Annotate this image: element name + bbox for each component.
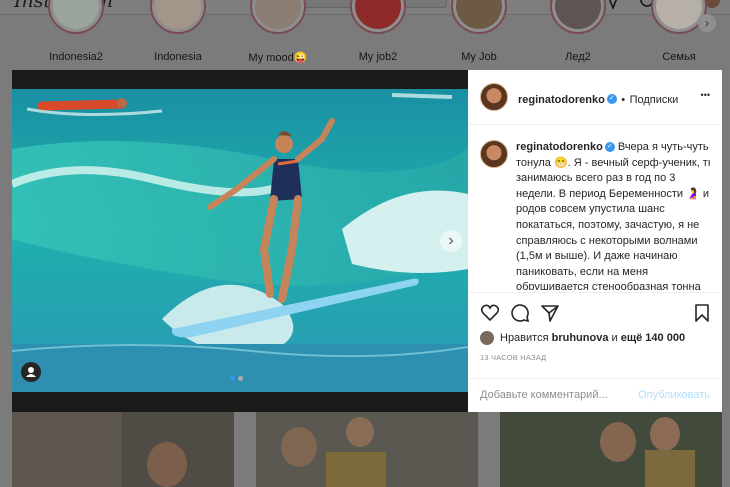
more-options-icon[interactable]: •••: [701, 90, 710, 100]
story-label: Indonesia2: [49, 51, 103, 63]
author-line: reginatodorenko ✓ • Подписки: [518, 90, 678, 108]
publish-button[interactable]: Опубликовать: [638, 389, 710, 401]
carousel-dots: [230, 376, 250, 382]
carousel-dot: [238, 376, 243, 381]
story-label: Indonesia: [154, 51, 202, 63]
grid-thumbnail[interactable]: [256, 412, 478, 487]
story-avatar: [350, 0, 406, 34]
caption-body: Вчера я чуть-чуть тонула 😁. Я - вечный с…: [516, 141, 710, 290]
thumb-figure: [326, 452, 386, 487]
grid-thumbnail[interactable]: [500, 412, 722, 487]
story-avatar: [150, 0, 206, 34]
thumb-face: [281, 427, 317, 467]
verified-badge-icon: ✓: [604, 142, 615, 153]
post-media[interactable]: ›: [12, 70, 468, 392]
thumb-face: [650, 417, 680, 451]
share-icon[interactable]: [540, 303, 560, 323]
story-item[interactable]: Indonesia: [137, 0, 219, 66]
stories-next-button[interactable]: ›: [698, 14, 716, 32]
story-item[interactable]: Indonesia2: [35, 0, 117, 66]
thumb-face: [346, 417, 374, 447]
verified-badge-icon: ✓: [606, 93, 617, 104]
comment-icon[interactable]: [510, 303, 530, 323]
story-avatar: [451, 0, 507, 34]
story-avatar: [550, 0, 606, 34]
post-timestamp[interactable]: 13 ЧАСОВ НАЗАД: [480, 353, 546, 362]
likes-prefix: Нравится: [500, 331, 549, 344]
caption-text: reginatodorenko ✓ Вчера я чуть-чуть тонул…: [516, 140, 710, 290]
like-heart-icon[interactable]: [480, 303, 500, 323]
story-item[interactable]: Лед2: [537, 0, 619, 66]
story-item[interactable]: My Job: [438, 0, 520, 66]
story-label: My job2: [358, 51, 398, 63]
story-item[interactable]: Семья: [638, 0, 720, 66]
caption-username[interactable]: reginatodorenko: [516, 141, 603, 153]
thumb-figure: [12, 412, 122, 487]
thumb-figure: [645, 450, 695, 487]
thumb-face: [600, 422, 636, 462]
likes-user[interactable]: bruhunova: [552, 332, 609, 344]
story-label: Семья: [662, 51, 696, 63]
story-item[interactable]: My job2: [337, 0, 419, 66]
comment-bar: Добавьте комментарий... Опубликовать: [468, 378, 722, 413]
save-bookmark-icon[interactable]: [692, 303, 712, 323]
story-label: My mood😜: [248, 52, 308, 64]
likes-and: и: [611, 331, 618, 344]
grid-thumbnail[interactable]: [12, 412, 234, 487]
likes-line: Нравится bruhunova и ещё 140 000: [480, 331, 685, 345]
caption-block: reginatodorenko ✓ Вчера я чуть-чуть тонул…: [480, 140, 710, 290]
thumb-face: [147, 442, 187, 487]
post-header: reginatodorenko ✓ • Подписки •••: [468, 70, 722, 125]
caption-avatar[interactable]: [480, 140, 508, 168]
story-avatar: [250, 0, 306, 34]
post-side-panel: reginatodorenko ✓ • Подписки ••• reginato…: [468, 70, 722, 412]
likes-count[interactable]: ещё 140 000: [621, 332, 685, 344]
author-avatar[interactable]: [480, 83, 508, 111]
separator-dot: •: [621, 94, 626, 106]
surf-photo: [12, 89, 468, 392]
follow-status-button[interactable]: Подписки: [630, 94, 679, 106]
carousel-next-button[interactable]: ›: [440, 230, 462, 252]
author-username[interactable]: reginatodorenko: [518, 94, 605, 106]
carousel-dot-active: [230, 376, 235, 381]
liker-avatar[interactable]: [480, 331, 494, 345]
comment-input[interactable]: Добавьте комментарий...: [480, 389, 630, 401]
user-tag-icon[interactable]: [21, 362, 41, 382]
story-label: My Job: [461, 51, 497, 63]
story-avatar: [48, 0, 104, 34]
story-item[interactable]: My mood😜: [237, 0, 319, 66]
story-label: Лед2: [565, 51, 591, 63]
media-bottom-bar: [12, 392, 468, 412]
